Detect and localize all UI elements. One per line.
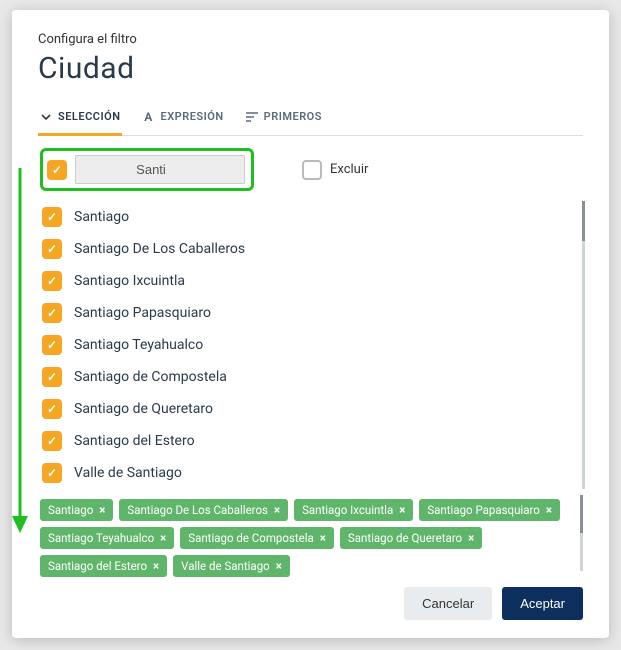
selected-chip: Santiago de Queretaro × <box>340 527 482 549</box>
search-row: ✓ Excluir <box>38 148 583 191</box>
chip-label: Santiago Ixcuintla <box>302 503 393 517</box>
chip-remove-icon[interactable]: × <box>99 503 105 517</box>
tab-first[interactable]: PRIMEROS <box>244 104 324 136</box>
chip-remove-icon[interactable]: × <box>276 559 282 573</box>
exclude-label: Excluir <box>330 162 368 177</box>
item-checkbox[interactable]: ✓ <box>42 335 62 355</box>
check-icon: ✓ <box>47 338 57 352</box>
exclude-toggle[interactable]: Excluir <box>302 160 368 180</box>
selected-chip: Valle de Santiago × <box>173 555 290 577</box>
item-checkbox[interactable]: ✓ <box>42 271 62 291</box>
item-checkbox[interactable]: ✓ <box>42 463 62 483</box>
selected-chips-area: Santiago×Santiago De Los Caballeros×Sant… <box>38 495 583 571</box>
select-all-checkbox[interactable]: ✓ <box>47 160 67 180</box>
list-item[interactable]: ✓ Santiago del Estero <box>38 425 574 457</box>
chip-remove-icon[interactable]: × <box>468 531 474 545</box>
chip-label: Santiago <box>48 503 93 517</box>
chip-remove-icon[interactable]: × <box>320 531 326 545</box>
chip-remove-icon[interactable]: × <box>160 531 166 545</box>
selected-chip: Santiago del Estero × <box>40 555 167 577</box>
accept-button[interactable]: Aceptar <box>502 587 583 620</box>
tab-selection[interactable]: SELECCIÓN <box>38 104 122 136</box>
item-checkbox[interactable]: ✓ <box>42 367 62 387</box>
item-label: Santiago De Los Caballeros <box>74 241 245 257</box>
item-label: Santiago de Compostela <box>74 369 227 385</box>
item-label: Santiago <box>74 209 129 225</box>
modal-footer: Cancelar Aceptar <box>38 587 583 620</box>
tab-label: PRIMEROS <box>264 110 322 123</box>
chip-remove-icon[interactable]: × <box>274 503 280 517</box>
list-item[interactable]: ✓ Santiago de Queretaro <box>38 393 574 425</box>
exclude-checkbox[interactable] <box>302 160 322 180</box>
letter-a-icon: A <box>142 111 154 123</box>
check-icon: ✓ <box>47 466 57 480</box>
chip-label: Santiago Papasquiaro <box>427 503 539 517</box>
list-item[interactable]: ✓ Santiago De Los Caballeros <box>38 233 574 265</box>
tab-bar: SELECCIÓN A EXPRESIÓN PRIMEROS <box>38 104 583 136</box>
check-icon: ✓ <box>47 370 57 384</box>
item-checkbox[interactable]: ✓ <box>42 431 62 451</box>
select-all-highlight: ✓ <box>40 148 254 191</box>
item-label: Valle de Santiago <box>74 465 182 481</box>
item-label: Santiago Teyahualco <box>74 337 203 353</box>
item-checkbox[interactable]: ✓ <box>42 239 62 259</box>
check-icon: ✓ <box>47 242 57 256</box>
chip-label: Santiago de Compostela <box>188 531 314 545</box>
list-item[interactable]: ✓ Santiago de Compostela <box>38 361 574 393</box>
chip-label: Santiago del Estero <box>48 559 147 573</box>
search-input[interactable] <box>75 155 245 184</box>
check-icon: ✓ <box>47 306 57 320</box>
selected-chip: Santiago Teyahualco × <box>40 527 174 549</box>
check-icon: ✓ <box>52 163 62 177</box>
scrollbar-thumb[interactable] <box>580 495 583 533</box>
item-label: Santiago del Estero <box>74 433 195 449</box>
chevron-down-icon <box>40 111 52 123</box>
selected-chip: Santiago Papasquiaro × <box>419 499 560 521</box>
tab-expression[interactable]: A EXPRESIÓN <box>140 104 225 136</box>
item-label: Santiago Ixcuintla <box>74 273 185 289</box>
selected-chip: Santiago De Los Caballeros × <box>119 499 288 521</box>
modal-title: Ciudad <box>38 51 583 86</box>
selected-chip: Santiago Ixcuintla × <box>294 499 413 521</box>
item-label: Santiago de Queretaro <box>74 401 213 417</box>
scrollbar-thumb[interactable] <box>582 201 585 241</box>
sort-icon <box>246 111 258 123</box>
list-item[interactable]: ✓ Santiago <box>38 201 574 233</box>
chip-label: Valle de Santiago <box>181 559 270 573</box>
selected-chip: Santiago de Compostela × <box>180 527 334 549</box>
modal-subtitle: Configura el filtro <box>38 32 583 47</box>
cancel-button[interactable]: Cancelar <box>404 587 492 620</box>
chip-label: Santiago De Los Caballeros <box>127 503 268 517</box>
chip-label: Santiago de Queretaro <box>348 531 462 545</box>
options-list: ✓ Santiago ✓ Santiago De Los Caballeros ✓ San… <box>38 201 585 489</box>
list-item[interactable]: ✓ Santiago Papasquiaro <box>38 297 574 329</box>
filter-config-modal: Configura el filtro Ciudad SELECCIÓN A E… <box>12 10 609 638</box>
check-icon: ✓ <box>47 210 57 224</box>
selected-chip: Santiago × <box>40 499 113 521</box>
chip-label: Santiago Teyahualco <box>48 531 154 545</box>
item-checkbox[interactable]: ✓ <box>42 303 62 323</box>
chip-remove-icon[interactable]: × <box>546 503 552 517</box>
chip-remove-icon[interactable]: × <box>153 559 159 573</box>
item-checkbox[interactable]: ✓ <box>42 399 62 419</box>
tab-label: EXPRESIÓN <box>160 110 223 123</box>
check-icon: ✓ <box>47 434 57 448</box>
list-item[interactable]: ✓ Valle de Santiago <box>38 457 574 489</box>
tab-label: SELECCIÓN <box>58 110 120 123</box>
list-item[interactable]: ✓ Santiago Ixcuintla <box>38 265 574 297</box>
list-item[interactable]: ✓ Santiago Teyahualco <box>38 329 574 361</box>
item-checkbox[interactable]: ✓ <box>42 207 62 227</box>
item-label: Santiago Papasquiaro <box>74 305 211 321</box>
check-icon: ✓ <box>47 274 57 288</box>
chip-remove-icon[interactable]: × <box>399 503 405 517</box>
check-icon: ✓ <box>47 402 57 416</box>
